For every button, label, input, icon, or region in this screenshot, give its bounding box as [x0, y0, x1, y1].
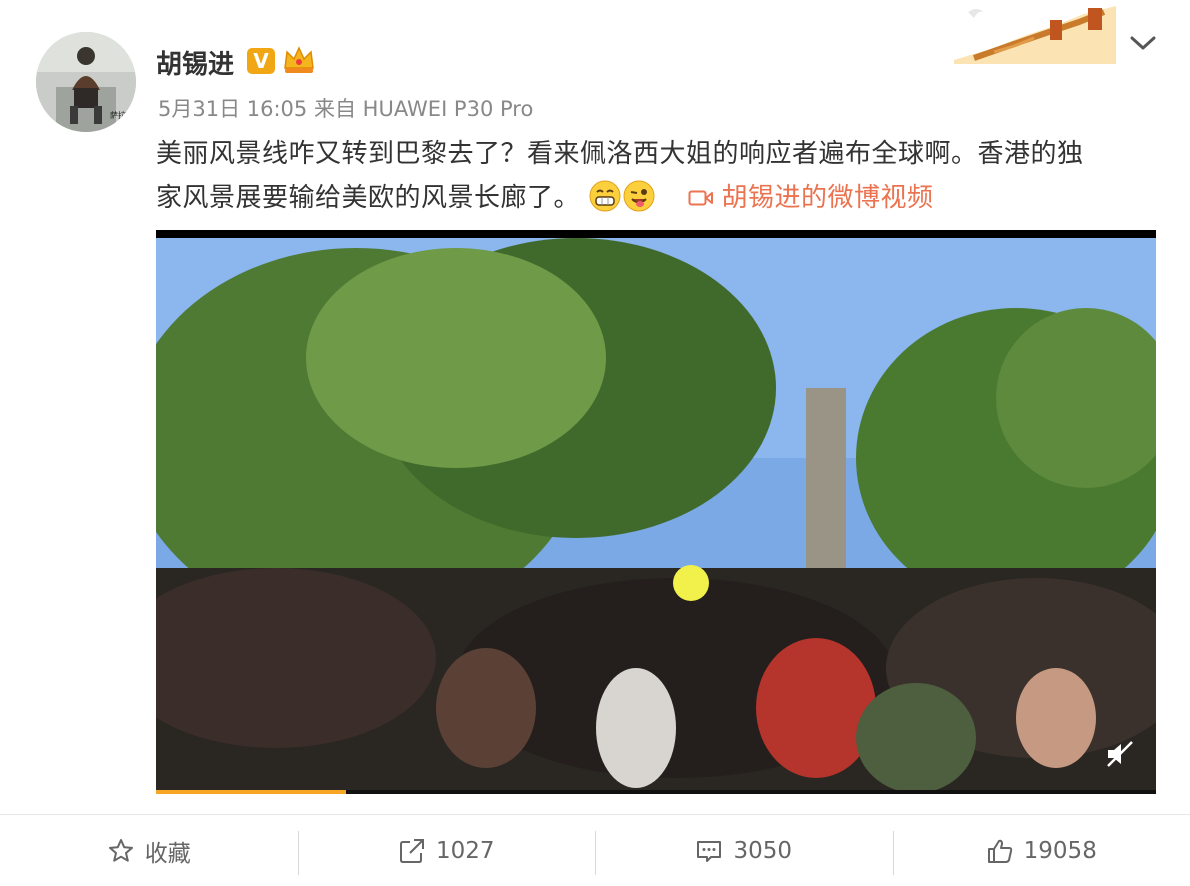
- favorite-label: 收藏: [144, 840, 191, 867]
- great-wall-decoration-icon: [954, 6, 1116, 64]
- repost-count: 1027: [435, 837, 495, 864]
- crown-icon: [284, 46, 314, 73]
- post-text-line2: 家风景展要输给美欧的风景长廊了。: [156, 183, 581, 213]
- post-text-line1: 美丽风景线咋又转到巴黎去了？看来佩洛西大姐的响应者遍布全球啊。香港的独: [156, 139, 1084, 169]
- like-count: 19058: [1023, 837, 1097, 864]
- comment-count: 3050: [733, 837, 793, 864]
- chevron-down-icon[interactable]: [1128, 30, 1158, 54]
- wink-emoji-icon: [623, 180, 655, 212]
- grin-emoji-icon: [589, 180, 621, 212]
- video-player[interactable]: [156, 230, 1156, 794]
- post-text: 美丽风景线咋又转到巴黎去了？看来佩洛西大姐的响应者遍布全球啊。香港的独 家风景展…: [156, 132, 1156, 220]
- author-name[interactable]: 胡锡进: [156, 44, 234, 81]
- comment-icon: [697, 840, 722, 862]
- avatar-caption: 萨拉热窝 1995: [110, 110, 136, 120]
- video-frame[interactable]: [156, 238, 1156, 790]
- favorite-button[interactable]: 收藏: [0, 815, 298, 886]
- comment-button[interactable]: 3050: [595, 815, 893, 886]
- video-progress-fill: [156, 790, 346, 794]
- repost-button[interactable]: 1027: [297, 815, 596, 886]
- post-source-prefix: 来自: [313, 97, 356, 121]
- post-meta: 5月31日 16:05 来自 HUAWEI P30 Pro: [158, 93, 533, 123]
- avatar-image: 萨拉热窝 1995: [36, 32, 136, 132]
- verified-badge: V: [247, 48, 275, 74]
- weibo-post: 萨拉热窝 1995 胡锡进 V 5月31日 16:05 来自 HUAWEI P3…: [0, 0, 1190, 886]
- star-icon: [108, 838, 133, 862]
- post-date[interactable]: 5月31日 16:05: [158, 97, 307, 121]
- post-device[interactable]: HUAWEI P30 Pro: [363, 97, 534, 121]
- like-icon: [987, 839, 1012, 863]
- mute-icon[interactable]: [1104, 738, 1136, 770]
- video-link-label: 胡锡进的微博视频: [721, 183, 934, 213]
- repost-icon: [399, 838, 424, 863]
- action-bar: 收藏 1027 3050 19058: [0, 815, 1190, 886]
- video-icon: [688, 190, 713, 206]
- video-progress-bar[interactable]: [156, 790, 1156, 794]
- avatar[interactable]: 萨拉热窝 1995: [36, 32, 136, 132]
- like-button[interactable]: 19058: [892, 815, 1190, 886]
- video-link[interactable]: 胡锡进的微博视频: [688, 183, 934, 213]
